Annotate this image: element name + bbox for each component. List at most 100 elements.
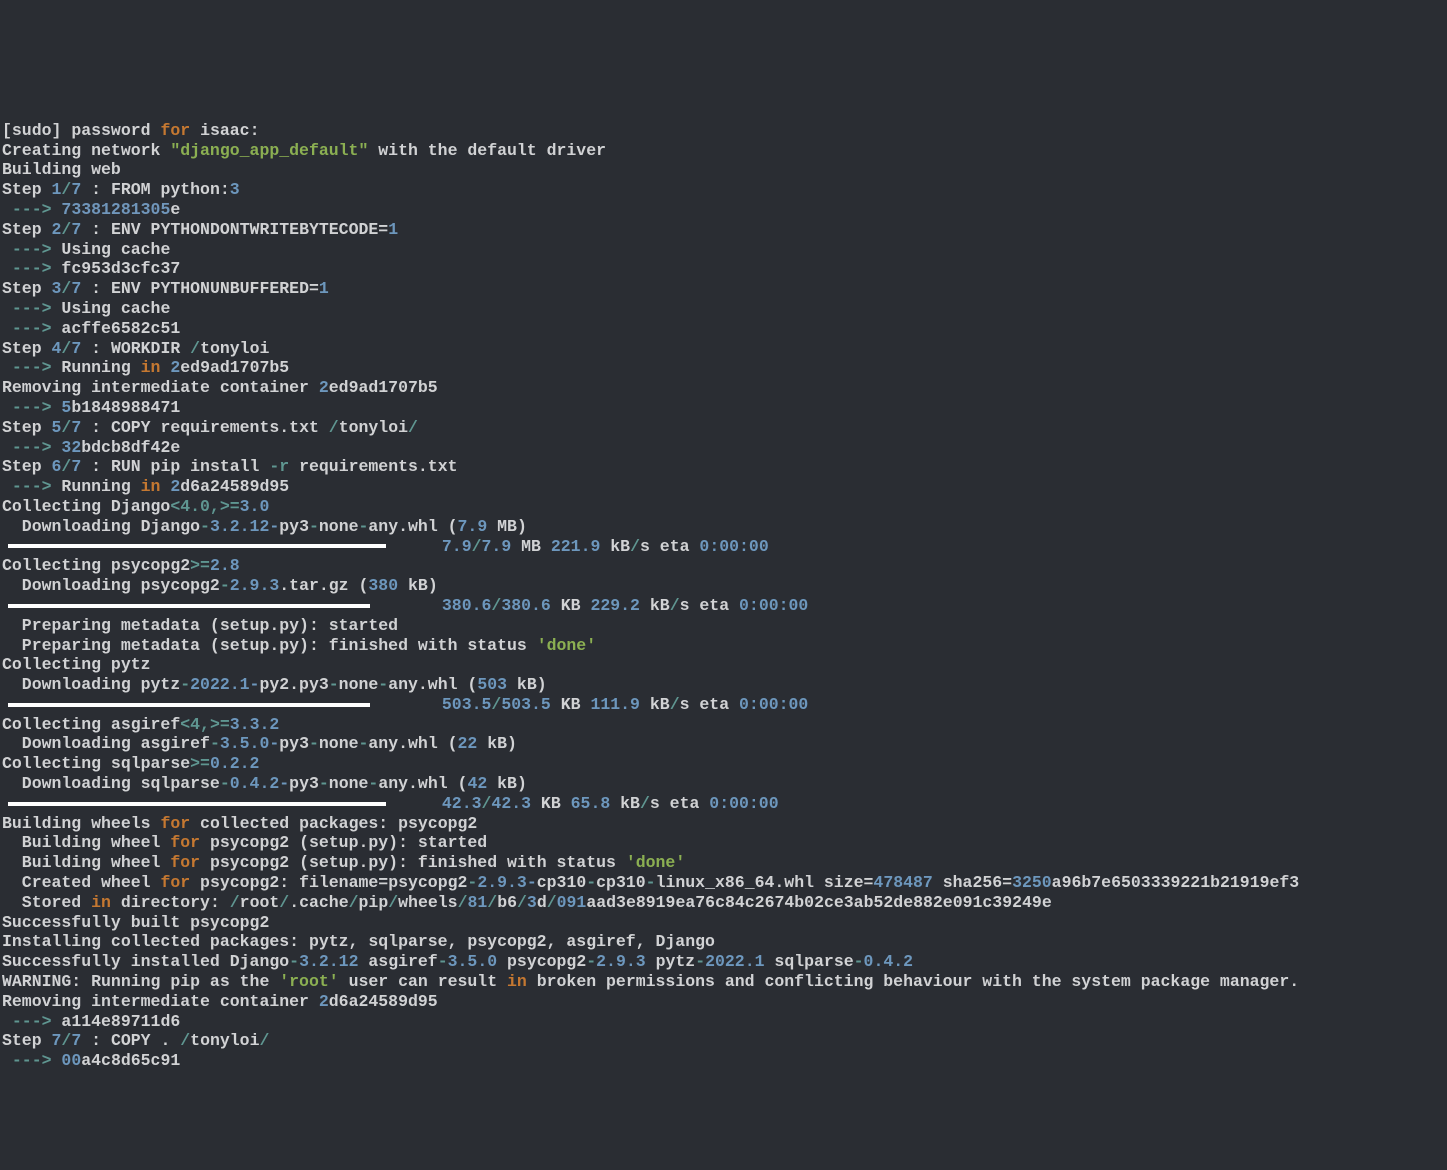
text: Step	[2, 457, 52, 476]
text: isaac:	[190, 121, 259, 140]
text: psycopg2: filename=psycopg2	[190, 873, 467, 892]
ge: >=	[190, 754, 210, 773]
path: root	[240, 893, 280, 912]
text: Preparing metadata (setup.py): finished …	[2, 636, 537, 655]
ver: 2.9.3	[596, 952, 646, 971]
unit: kB)	[477, 734, 517, 753]
hash: ed9ad1707b5	[329, 378, 438, 397]
text: Using cache	[61, 299, 170, 318]
arrow-icon: --->	[2, 319, 61, 338]
text: Step	[2, 180, 52, 199]
text: sqlparse	[765, 952, 854, 971]
text: Running	[61, 477, 140, 496]
size: 7.9	[458, 517, 488, 536]
rate: 221.9	[551, 537, 601, 556]
collect-sqlparse: Collecting sqlparse>=0.2.2	[2, 754, 259, 773]
cache-line: ---> Using cache	[2, 240, 170, 259]
keyword-in: in	[141, 477, 161, 496]
slash: /	[670, 695, 680, 714]
text: Collecting psycopg2	[2, 556, 190, 575]
wheel-created: Created wheel for psycopg2: filename=psy…	[2, 873, 1299, 892]
hash: b1848988471	[71, 398, 180, 417]
path: 81	[467, 893, 487, 912]
step-4: Step 4/7 : WORKDIR /tonyloi	[2, 339, 269, 358]
path: tonyloi	[339, 418, 408, 437]
text: : WORKDIR	[81, 339, 190, 358]
step-1: Step 1/7 : FROM python:3	[2, 180, 240, 199]
status: 'done'	[626, 853, 685, 872]
running-line: ---> Running in 2ed9ad1707b5	[2, 358, 289, 377]
hash: acffe6582c51	[61, 319, 180, 338]
slash: /	[472, 537, 482, 556]
arrow-icon: --->	[2, 1012, 61, 1031]
dash: -	[210, 734, 220, 753]
unit: KB	[531, 794, 571, 813]
path: tonyloi	[200, 339, 269, 358]
eta: 0:00:00	[709, 794, 778, 813]
text: : COPY requirements.txt	[81, 418, 329, 437]
text: Downloading pytz	[2, 675, 180, 694]
ver: 3.5.0	[448, 952, 498, 971]
num: 380.6	[501, 596, 551, 615]
dl-pytz: Downloading pytz-2022.1-py2.py3-none-any…	[2, 675, 547, 694]
num: 42.3	[442, 794, 482, 813]
num: 503.5	[501, 695, 551, 714]
text: : FROM python:	[81, 180, 230, 199]
text: Downloading sqlparse	[2, 774, 220, 793]
text: py3	[279, 517, 309, 536]
slash: /	[61, 457, 71, 476]
layer-line: ---> 00a4c8d65c91	[2, 1051, 180, 1070]
progress-sqlparse: 42.3/42.3 KB 65.8 kB/s eta 0:00:00	[2, 794, 779, 813]
hash: 5	[61, 398, 71, 417]
status: 'done'	[537, 636, 596, 655]
text: Successfully installed Django	[2, 952, 289, 971]
text: Downloading asgiref	[2, 734, 210, 753]
text: Collecting asgiref	[2, 715, 180, 734]
num: 503.5	[442, 695, 492, 714]
hash: 73381281305	[61, 200, 170, 219]
network-line: Creating network "django_app_default" wi…	[2, 141, 606, 160]
text: user can result	[339, 972, 507, 991]
unit: KB	[551, 695, 591, 714]
slash: /	[491, 596, 501, 615]
text: Removing intermediate container	[2, 992, 319, 1011]
ver: 3.3.2	[230, 715, 280, 734]
installing-line: Installing collected packages: pytz, sql…	[2, 932, 715, 951]
step-total: 7	[71, 220, 81, 239]
step-total: 7	[71, 180, 81, 199]
rate: 111.9	[590, 695, 640, 714]
s: s eta	[640, 537, 699, 556]
arrow-icon: --->	[2, 240, 61, 259]
dash: -	[378, 675, 388, 694]
slash: /	[61, 339, 71, 358]
slash: /	[230, 893, 240, 912]
slash: /	[259, 1031, 269, 1050]
runit: kB	[610, 794, 640, 813]
step-total: 7	[71, 279, 81, 298]
hash: a114e89711d6	[61, 1012, 180, 1031]
path: pip	[359, 893, 389, 912]
sha-val: a96b7e6503339221b21919ef3	[1052, 873, 1300, 892]
text: Building wheel	[2, 853, 170, 872]
layer-line: ---> 73381281305e	[2, 200, 180, 219]
terminal-output[interactable]: [sudo] password for isaac: Creating netw…	[0, 99, 1447, 1071]
arrow-icon: --->	[2, 477, 61, 496]
arrow-icon: --->	[2, 200, 61, 219]
building-line: Building web	[2, 160, 121, 179]
progress-bar-icon	[8, 544, 386, 548]
unit: MB)	[487, 517, 527, 536]
hash: 2	[319, 992, 329, 1011]
dash: -	[200, 517, 210, 536]
progress-bar-icon	[8, 802, 386, 806]
arrow-icon: --->	[2, 1051, 61, 1070]
text: py2.py3	[259, 675, 328, 694]
unit: kB)	[507, 675, 547, 694]
slash: /	[61, 418, 71, 437]
text: Building wheels	[2, 814, 160, 833]
text: none	[329, 774, 369, 793]
eta: 0:00:00	[739, 596, 808, 615]
slash: /	[547, 893, 557, 912]
dl-psycopg2: Downloading psycopg2-2.9.3.tar.gz (380 k…	[2, 576, 438, 595]
text: linux_x86_64.whl size=	[656, 873, 874, 892]
size: 42	[467, 774, 487, 793]
